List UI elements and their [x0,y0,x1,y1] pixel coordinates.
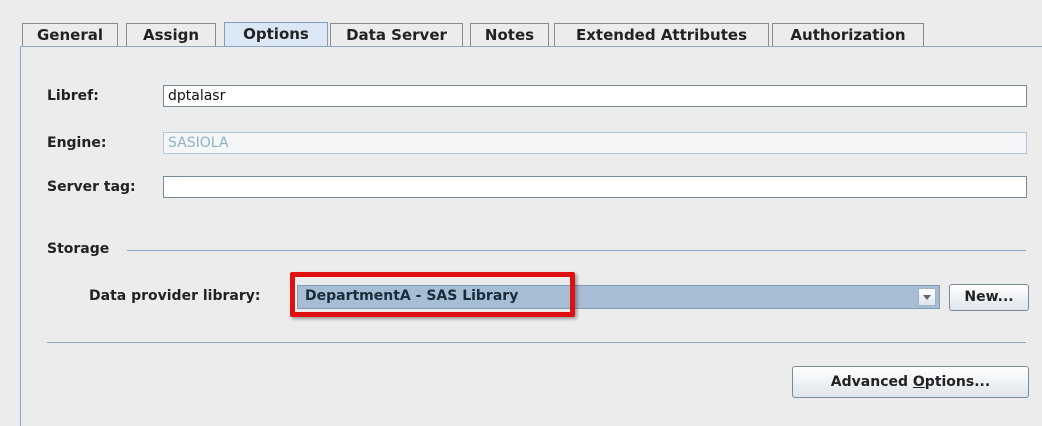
data-provider-library-value: DepartmentA - SAS Library [305,288,519,304]
section-divider [47,342,1026,343]
tab-general[interactable]: General [22,23,118,46]
advanced-options-button[interactable]: Advanced Options... [792,366,1029,398]
libref-label: Libref: [47,88,99,104]
server-tag-label: Server tag: [47,179,136,195]
data-provider-library-label: Data provider library: [89,288,261,304]
advanced-options-label-end: ptions... [924,374,991,390]
chevron-down-icon[interactable] [918,288,936,306]
advanced-options-label-start: Advanced [830,374,913,390]
server-tag-field[interactable] [163,176,1027,198]
advanced-options-mnemonic: O [912,374,925,390]
storage-group-label: Storage [47,241,110,257]
tab-extended-attributes[interactable]: Extended Attributes [554,23,769,46]
tab-notes[interactable]: Notes [470,23,549,46]
libref-field[interactable]: dptalasr [163,85,1027,107]
tab-authorization[interactable]: Authorization [772,23,924,46]
storage-group-divider [127,250,1026,251]
tab-assign[interactable]: Assign [126,23,216,46]
tab-data-server[interactable]: Data Server [330,23,463,46]
engine-field: SASIOLA [163,132,1027,154]
engine-label: Engine: [47,135,107,151]
new-library-button[interactable]: New... [949,284,1029,311]
tab-options[interactable]: Options [224,22,328,47]
data-provider-library-combo[interactable]: DepartmentA - SAS Library [297,285,940,309]
